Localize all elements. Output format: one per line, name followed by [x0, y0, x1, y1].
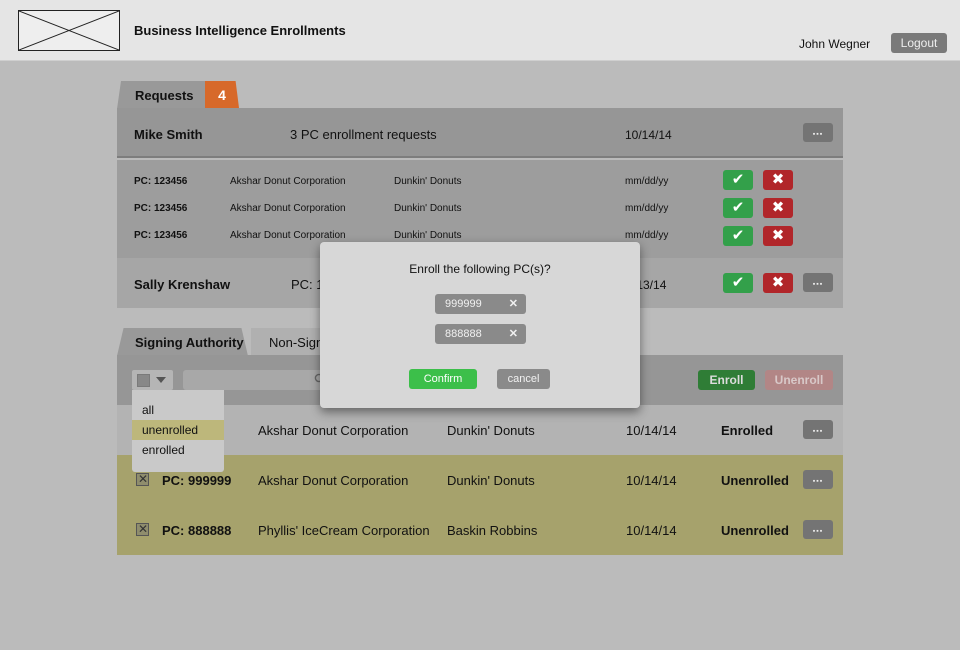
check-icon: ✔ [731, 171, 745, 188]
close-icon: ✖ [771, 171, 785, 188]
logo-placeholder-icon [18, 10, 120, 51]
request-summary: PC: 1 [291, 277, 324, 292]
brand-name: Baskin Robbins [447, 523, 538, 538]
search-input[interactable] [183, 370, 333, 390]
more-options-button[interactable]: ▪▪▪ [803, 520, 833, 539]
enroll-button[interactable]: Enroll [698, 370, 755, 390]
pc-number: PC: 999999 [162, 473, 232, 488]
status-badge: Enrolled [721, 423, 774, 438]
more-options-button[interactable]: ▪▪▪ [803, 470, 833, 489]
brand-name: Dunkin' Donuts [447, 423, 535, 438]
table-row[interactable]: 3 Akshar Donut Corporation Dunkin' Donut… [117, 405, 843, 455]
row-checkbox[interactable]: ✕ [136, 472, 149, 486]
filter-option-unenrolled[interactable]: unenrolled [132, 420, 224, 440]
check-icon: ✔ [731, 199, 745, 216]
approve-button[interactable]: ✔ [723, 170, 753, 190]
request-item-date: mm/dd/yy [625, 203, 669, 214]
request-item-company: Akshar Donut Corporation [230, 230, 346, 241]
more-options-button[interactable]: ▪▪▪ [803, 420, 833, 439]
tab-signing-authority[interactable]: Signing Authority [117, 328, 248, 356]
more-icon: ▪▪▪ [812, 428, 824, 435]
request-item-company: Akshar Donut Corporation [230, 176, 346, 187]
pc-chip-label: 888888 [445, 328, 482, 340]
close-icon: ✖ [771, 274, 785, 291]
filter-option-enrolled[interactable]: enrolled [132, 440, 224, 460]
request-summary: 3 PC enrollment requests [290, 127, 437, 142]
row-date: 10/14/14 [626, 423, 677, 438]
approve-button[interactable]: ✔ [723, 198, 753, 218]
request-item-brand: Dunkin' Donuts [394, 203, 462, 214]
close-icon: ✖ [771, 227, 785, 244]
request-item-brand: Dunkin' Donuts [394, 176, 462, 187]
company-name: Akshar Donut Corporation [258, 423, 409, 438]
more-options-button[interactable]: ▪▪▪ [803, 123, 833, 142]
more-icon: ▪▪▪ [812, 131, 824, 138]
request-item-pc: PC: 123456 [134, 230, 188, 241]
chevron-down-icon [156, 377, 166, 383]
unenroll-button[interactable]: Unenroll [765, 370, 833, 390]
more-icon: ▪▪▪ [812, 478, 824, 485]
request-item-date: mm/dd/yy [625, 230, 669, 241]
status-badge: Unenrolled [721, 523, 789, 538]
request-item-pc: PC: 123456 [134, 176, 188, 187]
tab-requests[interactable]: Requests [117, 81, 217, 109]
logout-button[interactable]: Logout [891, 33, 947, 53]
request-item-brand: Dunkin' Donuts [394, 230, 462, 241]
app-header: Business Intelligence Enrollments John W… [0, 0, 960, 61]
check-icon: ✔ [731, 274, 745, 291]
filter-dropdown-menu: all unenrolled enrolled [132, 390, 224, 472]
checked-x-icon: ✕ [138, 522, 149, 536]
reject-button[interactable]: ✖ [763, 226, 793, 246]
row-date: 10/14/14 [626, 523, 677, 538]
reject-button[interactable]: ✖ [763, 273, 793, 293]
cancel-button[interactable]: cancel [497, 369, 550, 389]
approve-button[interactable]: ✔ [723, 273, 753, 293]
select-all-checkbox[interactable] [137, 374, 150, 387]
enroll-confirm-modal: Enroll the following PC(s)? 999999 ✕ 888… [320, 242, 640, 408]
company-name: Akshar Donut Corporation [258, 473, 409, 488]
reject-button[interactable]: ✖ [763, 198, 793, 218]
requester-name: Sally Krenshaw [134, 277, 231, 292]
remove-chip-icon[interactable]: ✕ [509, 324, 518, 344]
checked-x-icon: ✕ [138, 472, 149, 486]
filter-option-all[interactable]: all [132, 400, 224, 420]
row-date: 10/14/14 [626, 473, 677, 488]
reject-button[interactable]: ✖ [763, 170, 793, 190]
row-checkbox[interactable]: ✕ [136, 522, 149, 536]
company-name: Phyllis' IceCream Corporation [258, 523, 430, 538]
modal-title: Enroll the following PC(s)? [409, 262, 551, 276]
request-group-header: Mike Smith 3 PC enrollment requests 10/1… [117, 108, 843, 158]
brand-name: Dunkin' Donuts [447, 473, 535, 488]
request-item-pc: PC: 123456 [134, 203, 188, 214]
more-options-button[interactable]: ▪▪▪ [803, 273, 833, 292]
user-name: John Wegner [799, 37, 871, 51]
check-icon: ✔ [731, 227, 745, 244]
table-row[interactable]: ✕ PC: 999999 Akshar Donut Corporation Du… [117, 455, 843, 505]
request-item-company: Akshar Donut Corporation [230, 203, 346, 214]
app-title: Business Intelligence Enrollments [134, 23, 346, 38]
requests-count-badge: 4 [205, 81, 239, 108]
status-badge: Unenrolled [721, 473, 789, 488]
remove-chip-icon[interactable]: ✕ [509, 294, 518, 314]
pc-chip: 999999 ✕ [435, 294, 526, 314]
more-icon: ▪▪▪ [812, 281, 824, 288]
table-row[interactable]: ✕ PC: 888888 Phyllis' IceCream Corporati… [117, 505, 843, 555]
close-icon: ✖ [771, 199, 785, 216]
pc-chip: 888888 ✕ [435, 324, 526, 344]
pc-chip-label: 999999 [445, 298, 482, 310]
pc-number: PC: 888888 [162, 523, 232, 538]
request-item-date: mm/dd/yy [625, 176, 669, 187]
more-icon: ▪▪▪ [812, 528, 824, 535]
approve-button[interactable]: ✔ [723, 226, 753, 246]
requester-name: Mike Smith [134, 127, 203, 142]
request-date: 10/14/14 [625, 128, 672, 142]
confirm-button[interactable]: Confirm [409, 369, 477, 389]
